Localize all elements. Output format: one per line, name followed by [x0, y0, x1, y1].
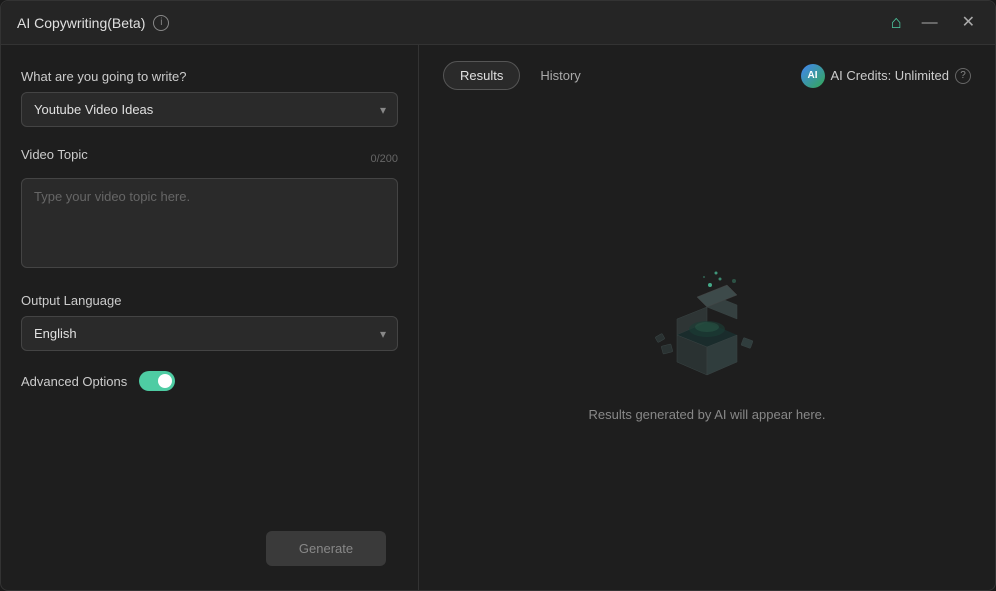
write-type-select[interactable]: Youtube Video Ideas Blog Post Social Med…	[21, 92, 398, 127]
bookmark-icon[interactable]: ⌂	[891, 12, 902, 33]
write-type-select-wrapper: Youtube Video Ideas Blog Post Social Med…	[21, 92, 398, 127]
minimize-button[interactable]: —	[918, 11, 942, 35]
main-content: What are you going to write? Youtube Vid…	[1, 45, 995, 590]
toggle-slider	[139, 371, 175, 391]
tabs: Results History	[443, 61, 597, 90]
output-language-group: Output Language English Spanish French G…	[21, 293, 398, 351]
right-header: Results History AI AI Credits: Unlimited…	[443, 61, 971, 90]
advanced-options-toggle[interactable]	[139, 371, 175, 391]
tab-history[interactable]: History	[524, 62, 596, 89]
output-language-label: Output Language	[21, 293, 398, 308]
close-button[interactable]: ✕	[958, 11, 979, 35]
output-language-select[interactable]: English Spanish French German	[21, 316, 398, 351]
video-topic-group: Video Topic 0/200	[21, 147, 398, 273]
app-window: AI Copywriting(Beta) i ⌂ — ✕ What are yo…	[0, 0, 996, 591]
write-type-label: What are you going to write?	[21, 69, 398, 84]
video-topic-label: Video Topic	[21, 147, 88, 162]
tab-results[interactable]: Results	[443, 61, 520, 90]
output-language-select-wrapper: English Spanish French German ▾	[21, 316, 398, 351]
results-placeholder-text: Results generated by AI will appear here…	[588, 407, 825, 422]
credits-area: AI AI Credits: Unlimited ?	[801, 64, 971, 88]
video-topic-textarea[interactable]	[21, 178, 398, 268]
video-topic-label-row: Video Topic 0/200	[21, 147, 398, 170]
title-bar-left: AI Copywriting(Beta) i	[17, 15, 169, 31]
advanced-options-label: Advanced Options	[21, 374, 127, 389]
credits-text: AI Credits: Unlimited	[831, 68, 949, 83]
write-type-group: What are you going to write? Youtube Vid…	[21, 69, 398, 127]
advanced-options-row: Advanced Options	[21, 371, 398, 391]
generate-button[interactable]: Generate	[266, 531, 386, 566]
title-bar-right: ⌂ — ✕	[891, 11, 979, 35]
title-bar: AI Copywriting(Beta) i ⌂ — ✕	[1, 1, 995, 45]
results-area: Results generated by AI will appear here…	[443, 114, 971, 574]
box-illustration	[642, 267, 772, 387]
left-panel: What are you going to write? Youtube Vid…	[1, 45, 419, 590]
char-count: 0/200	[370, 153, 398, 165]
ai-credits-icon: AI	[801, 64, 825, 88]
right-panel: Results History AI AI Credits: Unlimited…	[419, 45, 995, 590]
credits-info-icon[interactable]: ?	[955, 68, 971, 84]
app-title: AI Copywriting(Beta)	[17, 15, 145, 31]
info-icon[interactable]: i	[153, 15, 169, 31]
